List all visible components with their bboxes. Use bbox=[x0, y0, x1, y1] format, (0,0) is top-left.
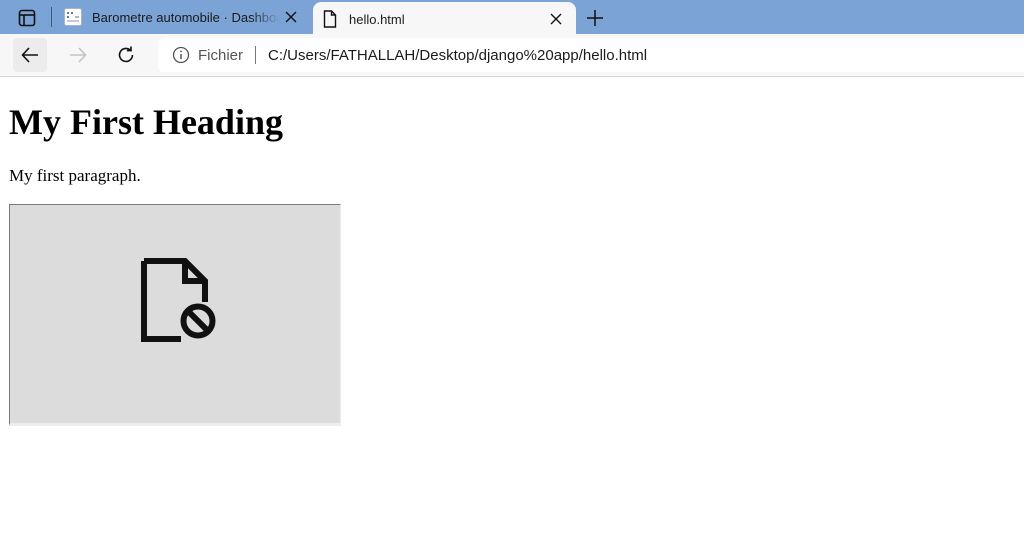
file-icon bbox=[321, 10, 339, 28]
address-divider bbox=[255, 46, 257, 64]
close-tab-icon[interactable] bbox=[279, 5, 303, 29]
forward-arrow-icon bbox=[70, 47, 87, 63]
tab-title: Barometre automobile · Dashboard bbox=[92, 9, 279, 25]
reload-icon bbox=[118, 46, 134, 63]
broken-file-icon bbox=[141, 258, 216, 342]
tab-actions-icon bbox=[18, 9, 36, 27]
broken-image bbox=[9, 204, 341, 426]
page-heading: My First Heading bbox=[9, 102, 283, 142]
back-arrow-icon bbox=[21, 47, 38, 63]
dashboard-favicon-icon bbox=[64, 8, 82, 26]
page-content: My First Heading My first paragraph. bbox=[0, 77, 1024, 540]
reload-button[interactable] bbox=[109, 38, 143, 72]
forward-button[interactable] bbox=[61, 38, 95, 72]
info-icon[interactable] bbox=[172, 46, 190, 64]
tab-hello[interactable]: hello.html bbox=[313, 2, 576, 36]
tab-title: hello.html bbox=[349, 11, 405, 27]
tab-separator bbox=[51, 7, 52, 27]
address-bar[interactable]: Fichier C:/Users/FATHALLAH/Desktop/djang… bbox=[158, 38, 1024, 72]
new-tab-button[interactable] bbox=[582, 5, 608, 31]
tab-strip: Barometre automobile · Dashboard hello.h… bbox=[0, 0, 1024, 36]
url-text[interactable]: C:/Users/FATHALLAH/Desktop/django%20app/… bbox=[268, 47, 647, 64]
page-paragraph: My first paragraph. bbox=[9, 166, 141, 185]
site-info-label[interactable]: Fichier bbox=[198, 47, 243, 64]
browser-toolbar: Fichier C:/Users/FATHALLAH/Desktop/djang… bbox=[0, 34, 1024, 77]
close-tab-icon[interactable] bbox=[544, 7, 568, 31]
back-button[interactable] bbox=[13, 38, 47, 72]
plus-icon bbox=[587, 10, 603, 26]
tab-barometre[interactable]: Barometre automobile · Dashboard bbox=[56, 0, 311, 34]
tab-actions-button[interactable] bbox=[10, 5, 44, 31]
